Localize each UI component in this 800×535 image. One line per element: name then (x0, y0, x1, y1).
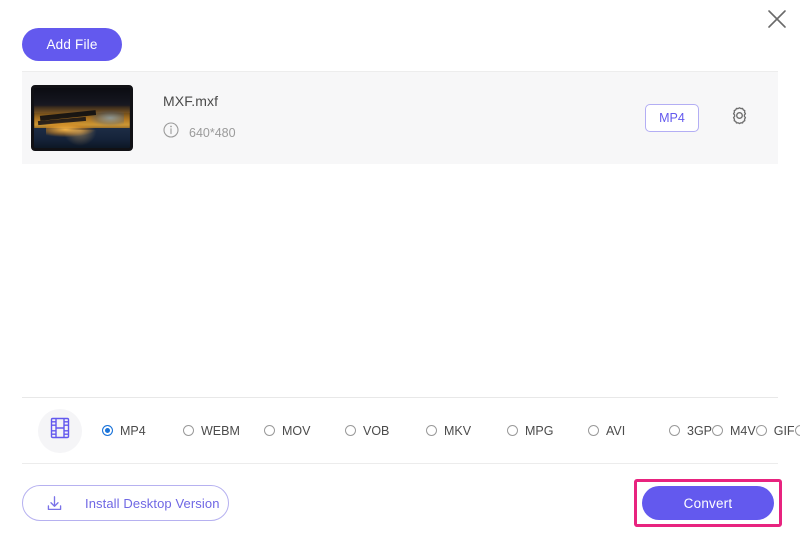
table-row[interactable]: MXF.mxf 640*480 MP4 (22, 72, 778, 164)
install-desktop-version-button[interactable]: Install Desktop Version (22, 485, 229, 521)
file-name: MXF.mxf (163, 93, 219, 109)
toolbar: Add File (0, 0, 800, 72)
video-formats-button[interactable] (38, 408, 82, 453)
format-option-mpg[interactable]: MPG (507, 419, 588, 443)
radio-dot (345, 425, 356, 436)
radio-dot (712, 425, 724, 436)
format-option-label: MP4 (120, 423, 146, 438)
format-option-mov[interactable]: MOV (264, 419, 345, 443)
radio-dot (426, 425, 437, 436)
action-bar: Install Desktop Version Convert (0, 470, 800, 535)
file-details: 640*480 (163, 122, 645, 143)
radio-dot (507, 425, 518, 436)
format-option-mkv[interactable]: MKV (426, 419, 507, 443)
film-strip-icon (48, 416, 72, 445)
file-thumbnail (31, 85, 133, 151)
row-settings-button[interactable] (722, 101, 756, 135)
format-option-label: VOB (363, 423, 390, 438)
format-option-label: 3GP (687, 423, 713, 438)
file-list: MXF.mxf 640*480 MP4 (22, 71, 778, 384)
radio-dot (755, 425, 767, 436)
format-option-m4v[interactable]: M4V (712, 419, 756, 443)
format-selection-bar: MP4WEBMMOVVOBMKVMPGAVI3GPM4VGIFFLVYouTub… (22, 397, 800, 464)
format-option-gif[interactable]: GIF (755, 419, 795, 443)
file-resolution: 640*480 (189, 125, 236, 140)
format-option-label: M4V (730, 423, 756, 438)
radio-dot (264, 425, 275, 436)
install-desktop-version-label: Install Desktop Version (85, 495, 220, 511)
info-icon[interactable] (163, 122, 179, 143)
radio-dot (183, 425, 194, 436)
format-option-label: MOV (282, 423, 311, 438)
gear-icon (729, 105, 750, 131)
radio-dot (588, 425, 599, 436)
file-meta: MXF.mxf 640*480 (163, 93, 645, 143)
format-option-label: AVI (606, 423, 626, 438)
format-option-flv[interactable]: FLV (794, 419, 800, 443)
format-option-label: WEBM (201, 423, 240, 438)
radio-dot (669, 425, 680, 436)
format-option-mp4[interactable]: MP4 (102, 419, 183, 443)
format-option-3gp[interactable]: 3GP (669, 419, 712, 443)
format-option-webm[interactable]: WEBM (183, 419, 264, 443)
format-option-label: GIF (773, 423, 795, 438)
row-format-badge[interactable]: MP4 (645, 104, 699, 132)
radio-dot (794, 425, 800, 436)
format-option-label: MKV (444, 423, 472, 438)
add-file-button[interactable]: Add File (22, 28, 122, 61)
format-option-vob[interactable]: VOB (345, 419, 426, 443)
format-radio-group: MP4WEBMMOVVOBMKVMPGAVI3GPM4VGIFFLVYouTub… (102, 419, 800, 443)
radio-dot (102, 425, 113, 436)
format-option-label: MPG (525, 423, 554, 438)
download-icon (45, 494, 64, 513)
convert-button[interactable]: Convert (642, 486, 774, 520)
format-option-avi[interactable]: AVI (588, 419, 669, 443)
